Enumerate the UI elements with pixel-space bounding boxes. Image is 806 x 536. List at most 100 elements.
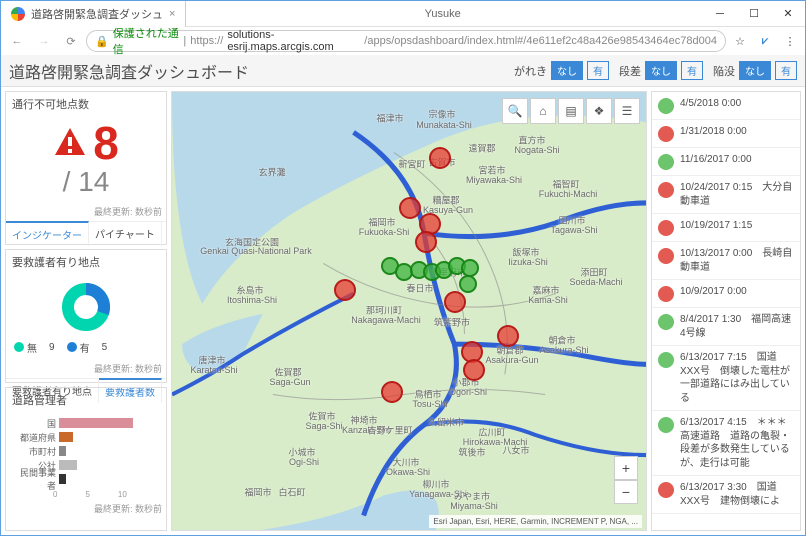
map-point[interactable] [463,359,485,381]
events-panel: 4/5/2018 0:001/31/2018 0:0011/16/2017 0:… [651,91,801,531]
zoom-out-button[interactable]: − [614,480,638,504]
event-item[interactable]: 1/31/2018 0:00 [652,120,800,148]
map-label: Okawa-Shi [386,467,430,477]
warning-icon [53,125,87,159]
map-point[interactable] [334,279,356,301]
maximize-button[interactable]: ☐ [737,1,771,27]
map-label: Nakagawa-Machi [351,315,421,325]
event-item[interactable]: 6/13/2017 7:15 国道XXX号 倒壊した電柱が一部道路にはみ出してい… [652,346,800,411]
indicator-denom: / 14 [6,166,166,202]
map-label: Miyama-Shi [450,501,498,511]
filter-debris-none[interactable]: なし [551,61,583,80]
map-point[interactable] [399,197,421,219]
status-dot [658,154,674,170]
map-label: 久留米市 [428,416,464,429]
ext-icon[interactable]: ⩗ [754,30,776,52]
star-icon[interactable]: ☆ [729,30,751,52]
lock-icon: 🔒 [95,35,109,48]
filter-step-yes[interactable]: 有 [681,61,703,80]
status-dot [658,482,674,498]
forward-button[interactable]: → [32,29,56,53]
status-dot [658,220,674,236]
event-item[interactable]: 6/13/2017 4:15 ＊＊＊高速道路 道路の亀裂・段差が多数発生している… [652,411,800,476]
map-label: 玄界灘 [258,166,285,179]
map-point[interactable] [459,275,477,293]
menu-icon[interactable]: ⋮ [779,30,801,52]
map-point[interactable] [415,231,437,253]
status-dot [658,417,674,433]
filter-sink-yes[interactable]: 有 [775,61,797,80]
bar-row: 市町村 [12,444,160,458]
filter-debris-yes[interactable]: 有 [587,61,609,80]
event-item[interactable]: 10/24/2017 0:15 大分自動車道 [652,176,800,214]
map-label: 筑後市 [458,446,485,459]
map-label: Fukuchi-Machi [539,189,598,199]
app-header: 道路啓開緊急調査ダッシュボード がれき なし 有 段差 なし 有 陥没 なし 有 [1,55,805,87]
page-title: 道路啓開緊急調査ダッシュボード [9,59,249,83]
status-dot [658,98,674,114]
map-label: 吉野ケ里町 [367,424,412,437]
map-legend-icon[interactable]: ☰ [614,98,640,124]
map-label: 白石町 [278,486,305,499]
url-input[interactable]: 🔒 保護された通信 | https://solutions-esrij.maps… [86,30,726,52]
filter-sink-none[interactable]: なし [739,61,771,80]
event-item[interactable]: 10/9/2017 0:00 [652,280,800,308]
map-point[interactable] [381,381,403,403]
event-item[interactable]: 6/13/2017 3:30 国道XXX号 建物倒壊によ [652,476,800,514]
map-basemap-icon[interactable]: ▤ [558,98,584,124]
close-button[interactable]: ✕ [771,1,805,27]
tab-indicator[interactable]: インジケーター [6,221,89,246]
event-item[interactable]: 11/16/2017 0:00 [652,148,800,176]
rescue-panel: 要救護者有り地点 無 9 有 5 最終更新: 数秒前 要救護者有り地点 要救護 [5,249,167,383]
window-titlebar: 道路啓開緊急調査ダッシュ × Yusuke ─ ☐ ✕ [1,1,805,27]
event-item[interactable]: 4/5/2018 0:00 [652,92,800,120]
map-point[interactable] [429,147,451,169]
map-label: Genkai Quasi-National Park [200,246,312,256]
status-dot [658,126,674,142]
back-button[interactable]: ← [5,29,29,53]
zoom-in-button[interactable]: + [614,456,638,480]
indicator-panel: 通行不可地点数 8 / 14 最終更新: 数秒前 インジケーター パイチャート [5,91,167,245]
close-tab-icon[interactable]: × [169,8,175,20]
map-label: Tagawa-Shi [550,225,597,235]
map-label: Saga-Shi [305,421,342,431]
tab-piechart[interactable]: パイチャート [89,222,162,246]
status-dot [658,314,674,330]
tab-title: 道路啓開緊急調査ダッシュ [31,6,163,22]
map-label: 宗像市 [428,108,455,121]
map-label: 福岡市 [244,486,271,499]
map-layers-icon[interactable]: ❖ [586,98,612,124]
map-panel[interactable]: 福津市宗像市Munakata-Shi遠賀郡直方市Nogata-Shi新宮町古賀市… [171,91,647,531]
event-item[interactable]: 8/4/2017 1:30 福岡高速4号線 [652,308,800,346]
map-point[interactable] [444,291,466,313]
bar-row: 国 [12,416,160,430]
map-home-icon[interactable]: ⌂ [530,98,556,124]
map-label: Nogata-Shi [514,145,559,155]
secure-label: 保護された通信 [113,25,180,57]
map-label: Fukuoka-Shi [359,227,410,237]
map-label: Asakura-Gun [485,355,538,365]
map-search-icon[interactable]: 🔍 [502,98,528,124]
map-label: Hirokawa-Machi [463,437,528,447]
map-label: Munakata-Shi [416,120,472,130]
indicator-value: 8 [93,120,119,166]
event-item[interactable]: 10/13/2017 0:00 長崎自動車道 [652,242,800,280]
status-dot [658,248,674,264]
map-label: Kama-Shi [528,295,568,305]
managers-panel: 道路管理者 国都道府県市町村公社民間事業者 0510 最終更新: 数秒前 [5,387,167,531]
map-point[interactable] [497,325,519,347]
reload-button[interactable]: ⟳ [59,29,83,53]
map-label: Itoshima-Shi [227,295,277,305]
map-label: Ogi-Shi [289,457,319,467]
status-dot [658,286,674,302]
map-label: 遠賀郡 [468,142,495,155]
map-label: 福津市 [376,112,403,125]
map-credits: Esri Japan, Esri, HERE, Garmin, INCREMEN… [429,515,642,528]
browser-tab[interactable]: 道路啓開緊急調査ダッシュ × [1,1,186,27]
filter-step-none[interactable]: なし [645,61,677,80]
map-label: Ogori-Shi [449,387,487,397]
minimize-button[interactable]: ─ [703,1,737,27]
map-label: Tosu-Shi [412,399,447,409]
favicon-icon [11,7,25,21]
event-item[interactable]: 10/19/2017 1:15 [652,214,800,242]
